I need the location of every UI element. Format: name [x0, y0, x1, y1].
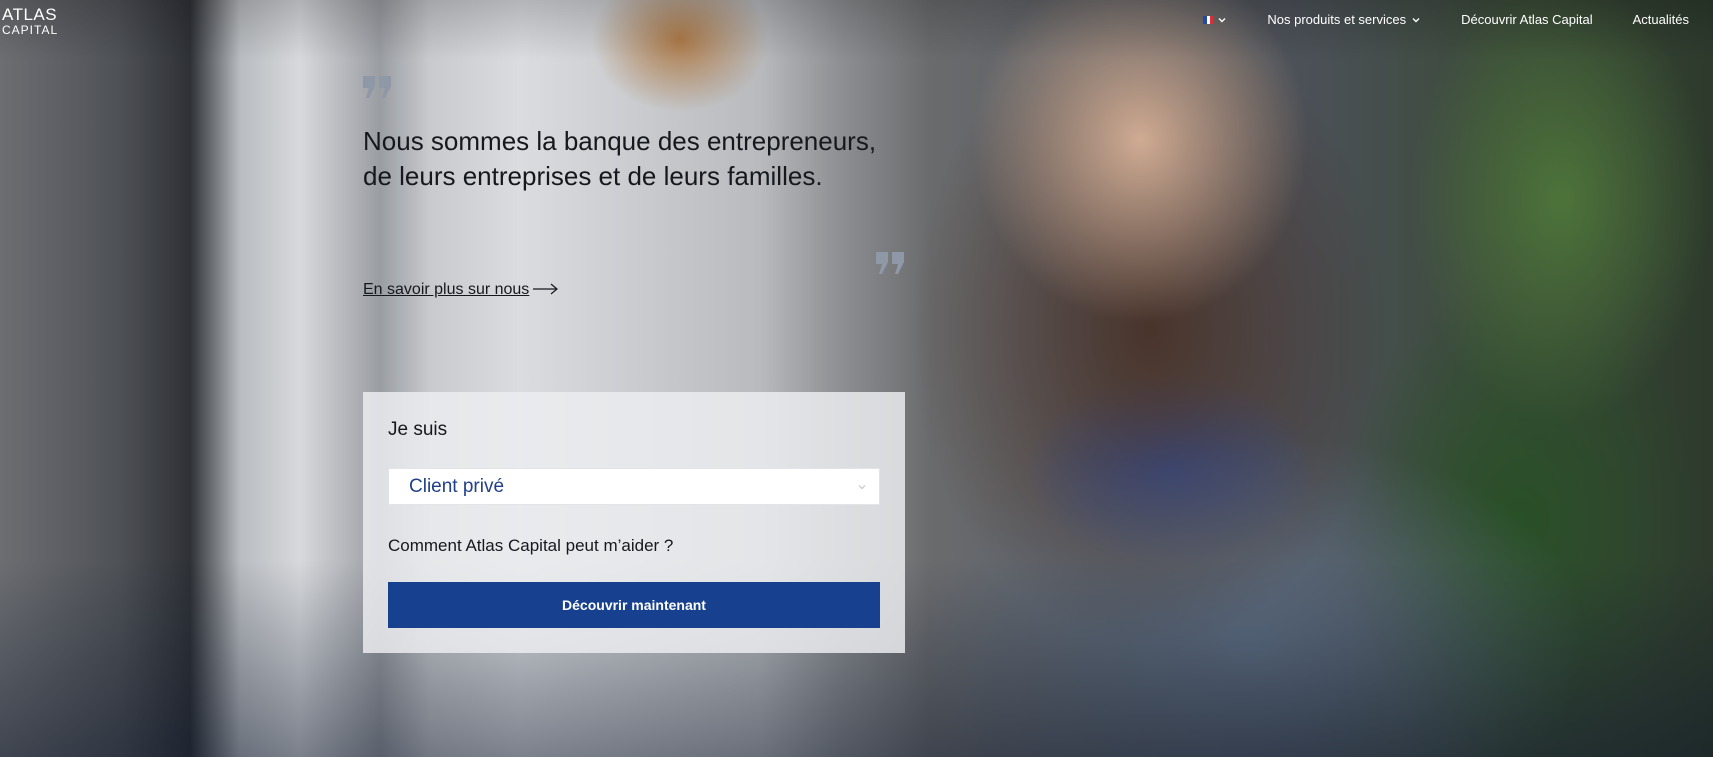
atlas-capital-logo[interactable]: ATLAS CAPITAL — [2, 6, 58, 36]
nav-products-services[interactable]: Nos produits et services — [1267, 12, 1421, 27]
nav-discover-atlas-capital[interactable]: Découvrir Atlas Capital — [1461, 12, 1593, 27]
quote-mark-icon — [876, 252, 904, 274]
discover-now-button[interactable]: Découvrir maintenant — [388, 582, 880, 628]
card-title: Je suis — [388, 419, 448, 440]
nav-news[interactable]: Actualités — [1633, 12, 1689, 27]
card-question: Comment Atlas Capital peut m’aider ? — [388, 536, 674, 555]
learn-more-link[interactable]: En savoir plus sur nous — [363, 281, 559, 299]
logo-line-2: CAPITAL — [2, 23, 59, 37]
chevron-down-icon — [858, 484, 866, 489]
client-type-selected-value: Client privé — [409, 475, 505, 497]
arrow-right-icon — [533, 283, 559, 295]
nav-news-label: Actualités — [1632, 12, 1689, 27]
learn-more-label: En savoir plus sur nous — [363, 281, 530, 298]
language-selector[interactable] — [1203, 15, 1227, 25]
logo-line-1: ATLAS — [2, 5, 58, 24]
client-type-card: Je suis Client privé Comment Atlas Capit… — [363, 392, 905, 653]
chevron-down-icon — [1218, 17, 1226, 22]
top-navigation: Nos produits et services Découvrir Atlas… — [1203, 12, 1689, 27]
client-type-select[interactable]: Client privé — [388, 468, 880, 505]
nav-discover-label: Découvrir Atlas Capital — [1461, 12, 1593, 27]
quote-mark-icon — [363, 76, 391, 98]
chevron-down-icon — [1412, 17, 1420, 22]
hero-headline: Nous sommes la banque des entrepreneurs,… — [363, 126, 877, 191]
france-flag-icon — [1203, 15, 1214, 24]
nav-products-services-label: Nos produits et services — [1267, 12, 1407, 27]
